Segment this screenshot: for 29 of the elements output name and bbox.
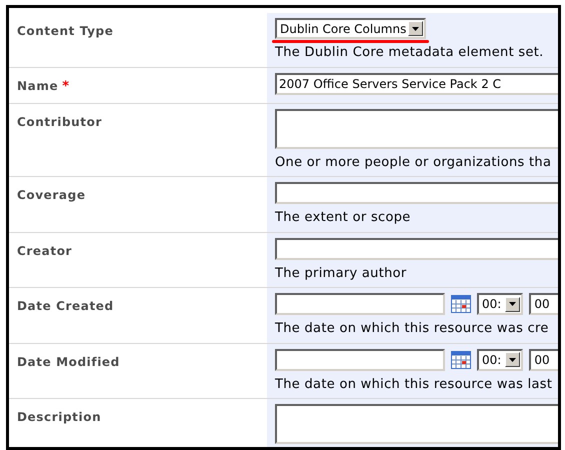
date-field[interactable] bbox=[275, 293, 445, 315]
text-area[interactable] bbox=[275, 108, 558, 148]
field-label: Date Created bbox=[17, 299, 114, 313]
help-text: The date on which this resource was last bbox=[275, 376, 554, 394]
field-label: Contributor bbox=[17, 114, 102, 128]
text-field[interactable]: 2007 Office Servers Service Pack 2 C bbox=[275, 72, 558, 94]
field-label: Name bbox=[17, 78, 58, 92]
text-area[interactable] bbox=[275, 404, 558, 444]
help-text: One or more people or organizations tha bbox=[275, 154, 552, 172]
minute-select[interactable]: 00 bbox=[529, 293, 558, 315]
text-field[interactable] bbox=[275, 182, 558, 204]
calendar-icon[interactable] bbox=[451, 295, 471, 313]
field-label: Description bbox=[17, 410, 102, 424]
field-label: Date Modified bbox=[17, 354, 120, 368]
help-text: The Dublin Core metadata element set. bbox=[275, 44, 545, 62]
content-type-select[interactable]: Dublin Core Columns bbox=[275, 18, 426, 39]
field-label: Creator bbox=[17, 244, 72, 258]
help-text: The primary author bbox=[275, 264, 408, 282]
hour-select[interactable]: 00: bbox=[477, 293, 524, 315]
minute-select[interactable]: 00 bbox=[529, 348, 558, 370]
text-field[interactable] bbox=[275, 238, 558, 260]
field-label: Content Type bbox=[17, 24, 114, 38]
help-text: The date on which this resource was cre bbox=[275, 320, 550, 338]
field-label: Coverage bbox=[17, 188, 86, 202]
calendar-icon[interactable] bbox=[451, 350, 471, 368]
hour-select[interactable]: 00: bbox=[477, 348, 524, 370]
help-text: The extent or scope bbox=[275, 209, 412, 227]
date-field[interactable] bbox=[275, 348, 445, 370]
required-asterisk: * bbox=[62, 78, 69, 94]
